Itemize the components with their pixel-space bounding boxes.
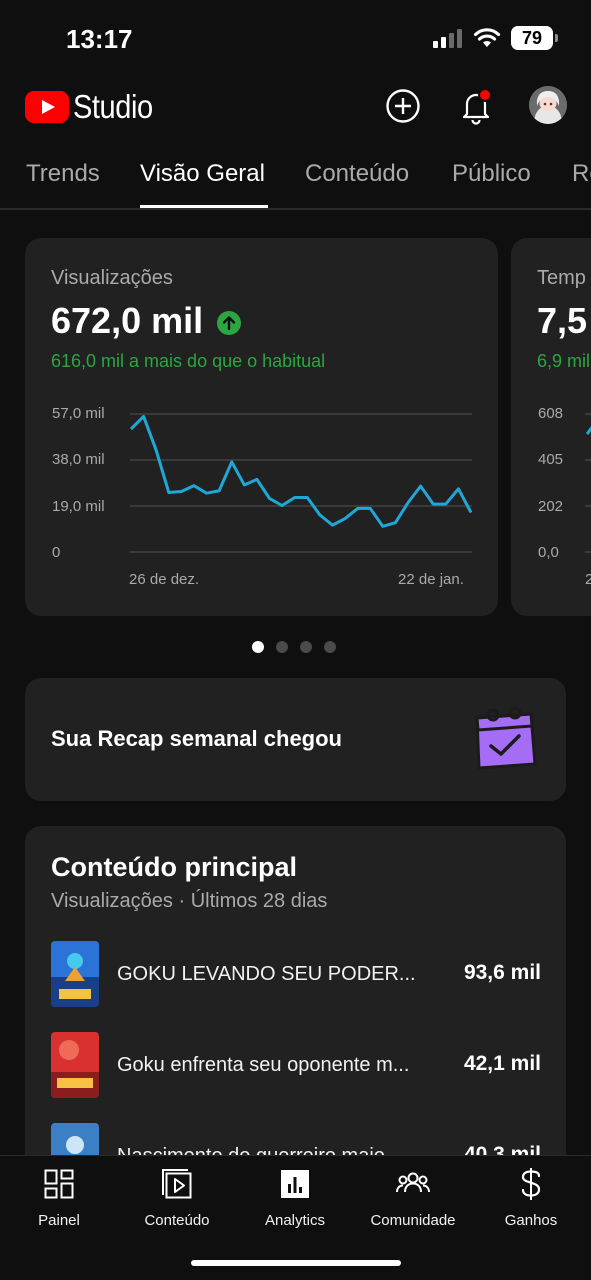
earn-icon bbox=[521, 1168, 541, 1200]
y-tick-label: 38,0 mil bbox=[52, 451, 105, 468]
metric-label: Temp bbox=[537, 267, 586, 289]
y-tick-label: 0,0 bbox=[538, 544, 559, 561]
carousel-dot[interactable] bbox=[276, 641, 288, 653]
bell-icon bbox=[462, 88, 492, 125]
battery-indicator: 79 bbox=[511, 26, 558, 50]
y-tick-label: 57,0 mil bbox=[52, 405, 105, 422]
nav-item-analytics[interactable]: Analytics bbox=[236, 1166, 354, 1229]
signal-icon bbox=[433, 29, 462, 48]
metric-delta: 6,9 mil bbox=[537, 351, 591, 371]
analytics-icon bbox=[281, 1170, 309, 1198]
calendar-check-icon bbox=[475, 706, 537, 770]
nav-item-ganhos[interactable]: Ganhos bbox=[472, 1166, 590, 1229]
y-tick-label: 0 bbox=[52, 544, 61, 561]
tab-conteudo[interactable]: Conteúdo bbox=[305, 160, 409, 188]
video-views: 42,1 mil bbox=[463, 1052, 541, 1075]
y-tick-label: 19,0 mil bbox=[52, 498, 105, 515]
tab-trends[interactable]: Trends bbox=[26, 160, 100, 188]
tab-visao-geral[interactable]: Visão Geral bbox=[140, 160, 265, 188]
metric-value: 672,0 mil bbox=[51, 300, 242, 342]
x-tick-label: 26 de dez. bbox=[129, 571, 200, 588]
tab-bar: Trends Visão Geral Conteúdo Público Re bbox=[0, 150, 591, 210]
youtube-logo-icon bbox=[25, 91, 69, 123]
video-title: GOKU LEVANDO SEU PODER... bbox=[117, 963, 416, 985]
carousel-dot[interactable] bbox=[252, 641, 264, 653]
nav-label: Ganhos bbox=[504, 1212, 558, 1229]
x-tick-label: 22 de jan. bbox=[398, 571, 464, 588]
trend-up-icon bbox=[217, 311, 242, 336]
y-tick-label: 405 bbox=[538, 451, 564, 468]
status-bar: 13:17 79 bbox=[0, 0, 591, 78]
create-button[interactable] bbox=[383, 86, 423, 126]
content-icon bbox=[162, 1169, 192, 1199]
active-tab-indicator bbox=[140, 205, 268, 208]
metric-card-watch-time[interactable]: Temp 7,5 6,9 mil 608 405 202 0,0 2 bbox=[511, 238, 591, 616]
metric-card-views[interactable]: Visualizações 672,0 mil 616,0 mil a mais… bbox=[25, 238, 498, 616]
status-icons: 79 bbox=[433, 26, 558, 50]
section-subtitle: Visualizações · Últimos 28 dias bbox=[51, 890, 328, 912]
nav-label: Comunidade bbox=[370, 1212, 456, 1229]
home-indicator bbox=[191, 1260, 401, 1266]
video-views: 93,6 mil bbox=[463, 961, 541, 984]
nav-label: Painel bbox=[38, 1212, 80, 1229]
avatar[interactable] bbox=[529, 86, 567, 124]
status-time: 13:17 bbox=[66, 24, 133, 54]
tab-publico[interactable]: Público bbox=[452, 160, 531, 188]
y-tick-label: 608 bbox=[538, 405, 564, 422]
nav-item-painel[interactable]: Painel bbox=[0, 1166, 118, 1229]
views-series-line bbox=[130, 414, 472, 528]
video-title: Goku enfrenta seu oponente m... bbox=[117, 1054, 410, 1076]
nav-label: Analytics bbox=[264, 1212, 326, 1229]
avatar-image bbox=[529, 86, 567, 124]
video-thumbnail bbox=[51, 941, 99, 1007]
y-tick-label: 202 bbox=[538, 498, 564, 515]
recap-card[interactable]: Sua Recap semanal chegou bbox=[25, 678, 566, 801]
metric-label: Visualizações bbox=[51, 267, 173, 289]
create-icon bbox=[386, 89, 420, 123]
views-line-chart bbox=[130, 413, 472, 553]
carousel-dot[interactable] bbox=[324, 641, 336, 653]
section-title: Conteúdo principal bbox=[51, 852, 297, 882]
content-row[interactable]: GOKU LEVANDO SEU PODER... 93,6 mil bbox=[51, 941, 541, 1009]
youtube-studio-logo[interactable]: Studio bbox=[25, 88, 164, 126]
carousel-indicator bbox=[252, 641, 336, 653]
video-thumbnail bbox=[51, 1032, 99, 1098]
community-icon bbox=[396, 1172, 430, 1193]
carousel-dot[interactable] bbox=[300, 641, 312, 653]
metric-delta: 616,0 mil a mais do que o habitual bbox=[51, 351, 326, 371]
tab-receita[interactable]: Re bbox=[572, 160, 591, 188]
dashboard-icon bbox=[44, 1169, 74, 1199]
metric-value-text: 672,0 mil bbox=[51, 300, 204, 341]
notifications-button[interactable] bbox=[456, 86, 496, 126]
x-tick-label: 2 bbox=[585, 571, 591, 588]
nav-item-comunidade[interactable]: Comunidade bbox=[354, 1166, 472, 1229]
nav-label: Conteúdo bbox=[144, 1212, 210, 1229]
app-header: Studio bbox=[0, 78, 591, 136]
nav-item-conteudo[interactable]: Conteúdo bbox=[118, 1166, 236, 1229]
app-name: Studio bbox=[73, 88, 153, 125]
content-row[interactable]: Goku enfrenta seu oponente m... 42,1 mil bbox=[51, 1032, 541, 1100]
metric-value: 7,5 bbox=[537, 300, 588, 341]
recap-title: Sua Recap semanal chegou bbox=[51, 726, 342, 751]
wifi-icon bbox=[473, 28, 501, 47]
watch-time-chart-fragment bbox=[585, 413, 591, 553]
